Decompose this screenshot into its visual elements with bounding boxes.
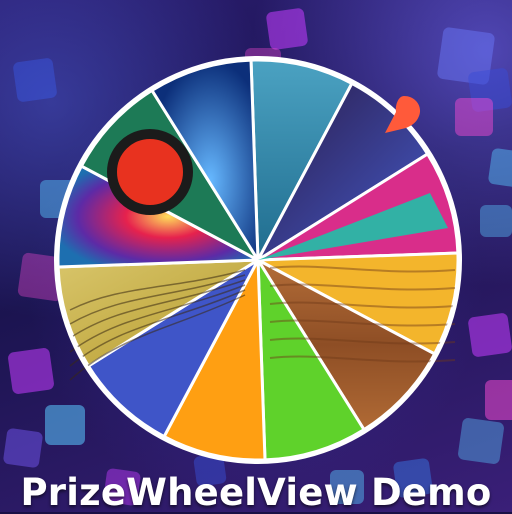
background-tile bbox=[266, 8, 308, 50]
background-tile bbox=[3, 428, 43, 468]
background-tile bbox=[8, 348, 54, 394]
red-circle-shape bbox=[107, 129, 193, 215]
background-tile bbox=[455, 98, 493, 136]
background-tile bbox=[485, 380, 512, 420]
prize-wheel[interactable] bbox=[0, 0, 512, 512]
app-title: PrizeWheelView Demo bbox=[20, 471, 492, 514]
background-tile bbox=[458, 418, 504, 464]
background-tile bbox=[480, 205, 512, 237]
background-tile bbox=[45, 405, 85, 445]
background-tile bbox=[488, 148, 512, 188]
background-tile bbox=[468, 313, 512, 357]
background-tile bbox=[13, 58, 57, 102]
